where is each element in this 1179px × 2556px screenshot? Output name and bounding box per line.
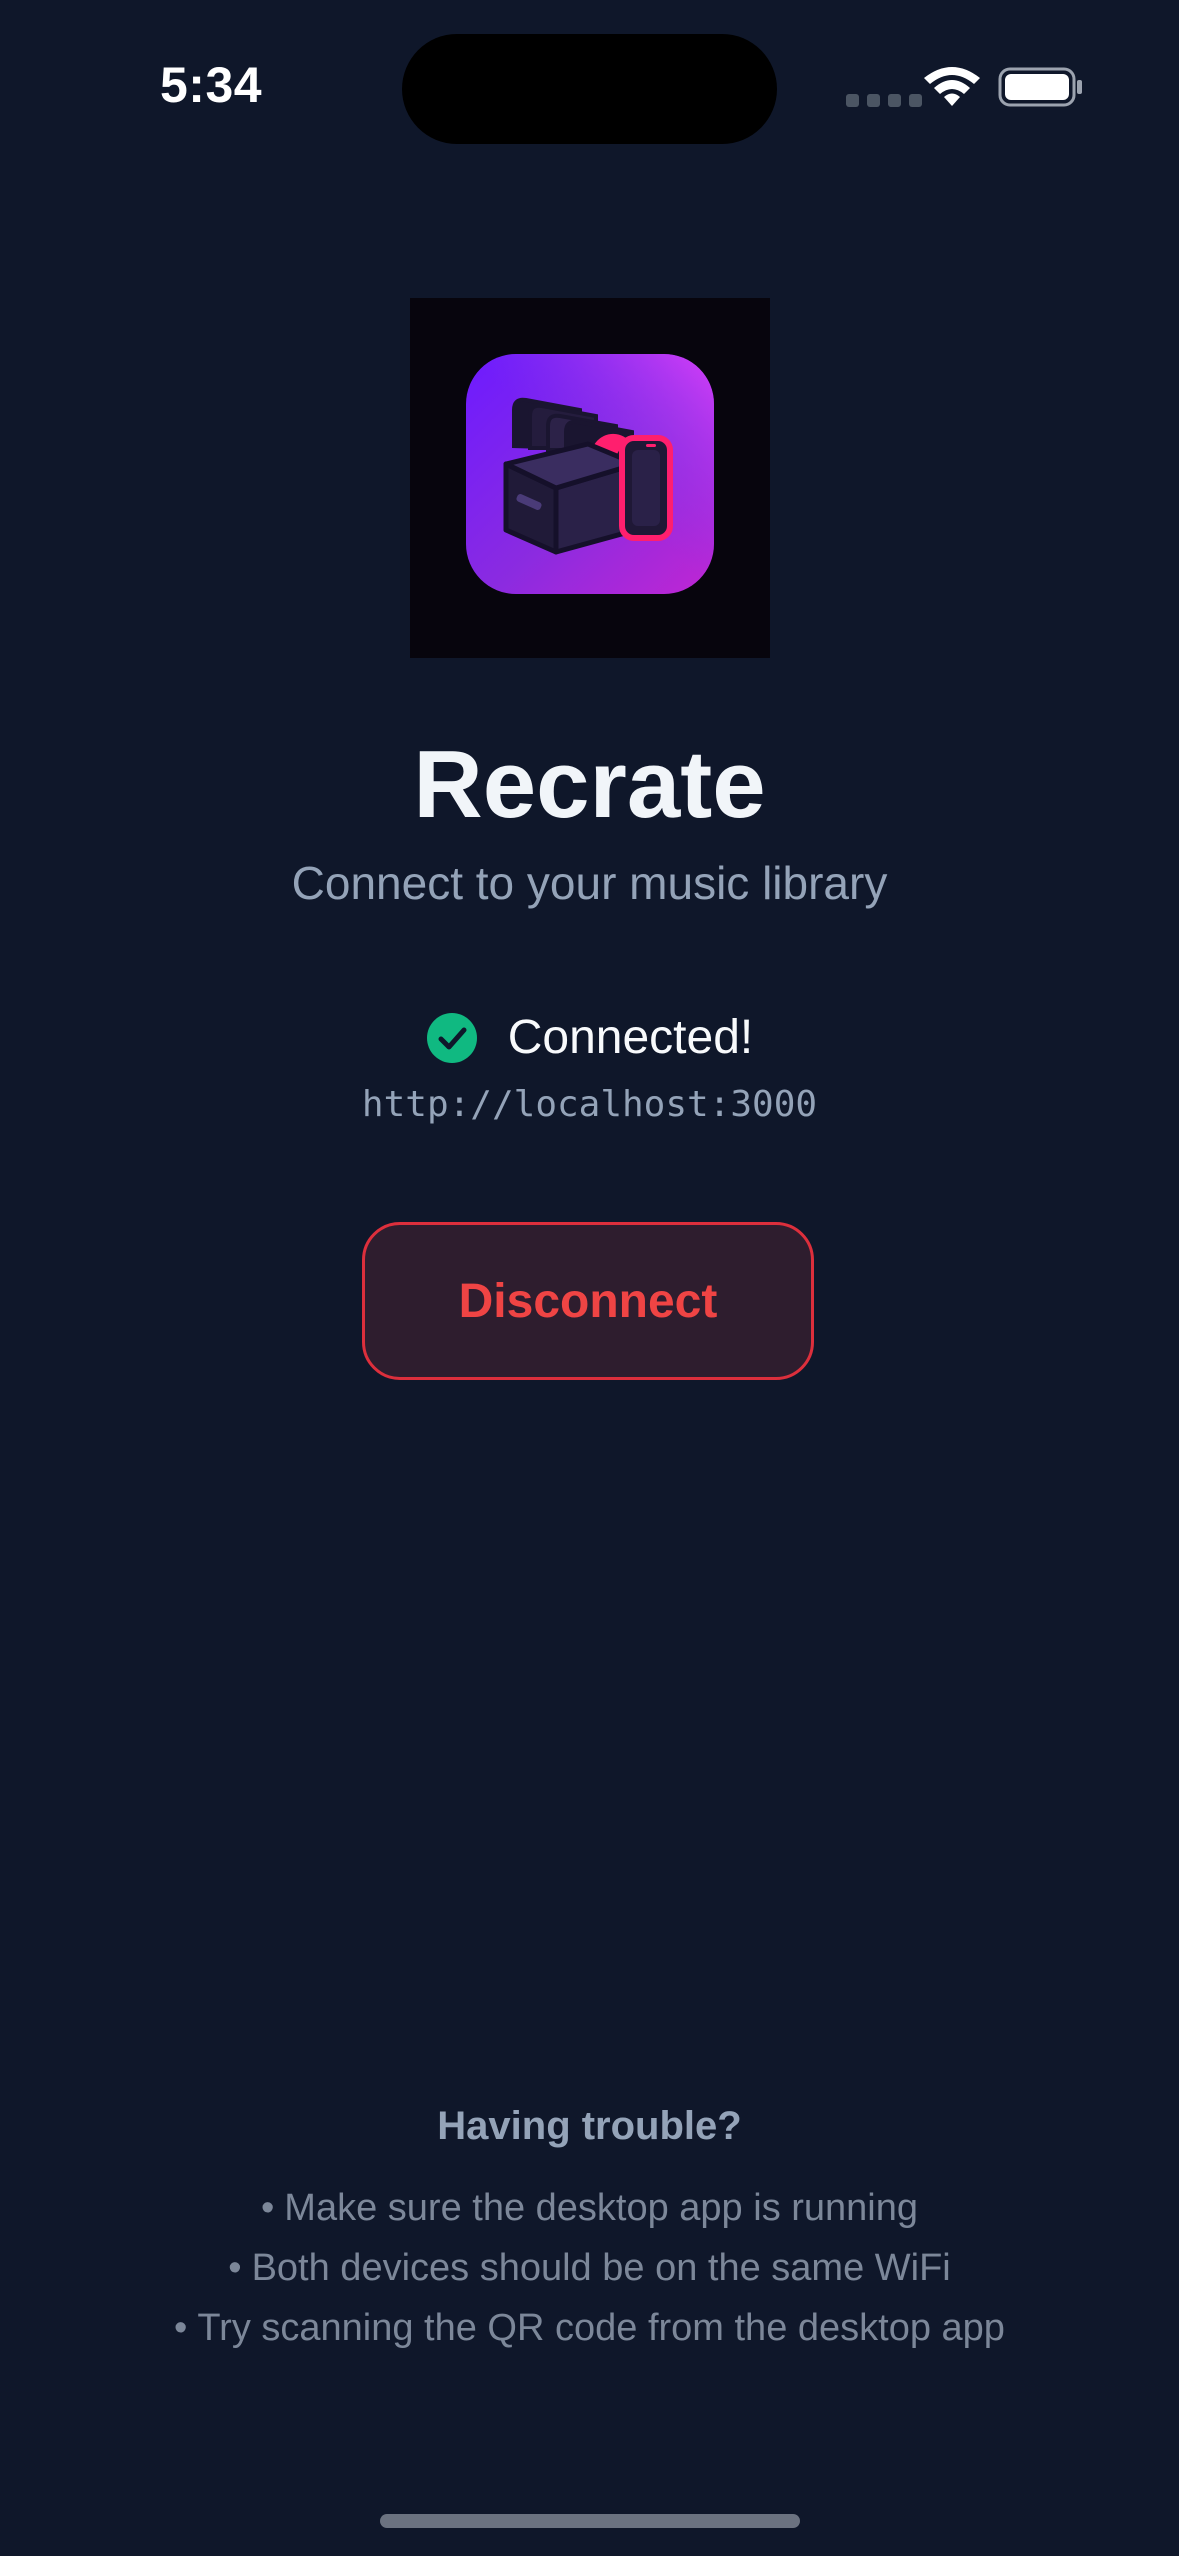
help-tip: • Make sure the desktop app is running xyxy=(260,2187,919,2229)
help-tips-list: • Make sure the desktop app is running • B… xyxy=(0,2178,1179,2358)
help-tip: • Try scanning the QR code from the deskt… xyxy=(174,2307,1005,2349)
disconnect-button[interactable]: Disconnect xyxy=(362,1222,814,1380)
connection-status: Connected! xyxy=(0,1010,1179,1065)
app-title: Recrate xyxy=(413,731,766,838)
connect-screen: 5:34 Recrate Connect to your music libra… xyxy=(0,0,1179,2556)
signal-icon xyxy=(846,94,922,107)
connection-status-text: Connected! xyxy=(507,1011,754,1064)
app-subtitle: Connect to your music library xyxy=(291,857,888,909)
help-tip: • Both devices should be on the same WiFi xyxy=(228,2247,951,2289)
home-indicator[interactable] xyxy=(380,2514,800,2528)
recrate-logo-icon xyxy=(466,354,714,594)
status-time: 5:34 xyxy=(160,57,263,113)
battery-icon xyxy=(998,67,1082,107)
help-title: Having trouble? xyxy=(437,2104,742,2148)
check-circle-icon xyxy=(426,1012,477,1063)
dynamic-island xyxy=(402,34,777,144)
server-url: http://localhost:3000 xyxy=(361,1084,818,1125)
wifi-icon xyxy=(924,67,980,106)
app-logo xyxy=(410,298,770,658)
